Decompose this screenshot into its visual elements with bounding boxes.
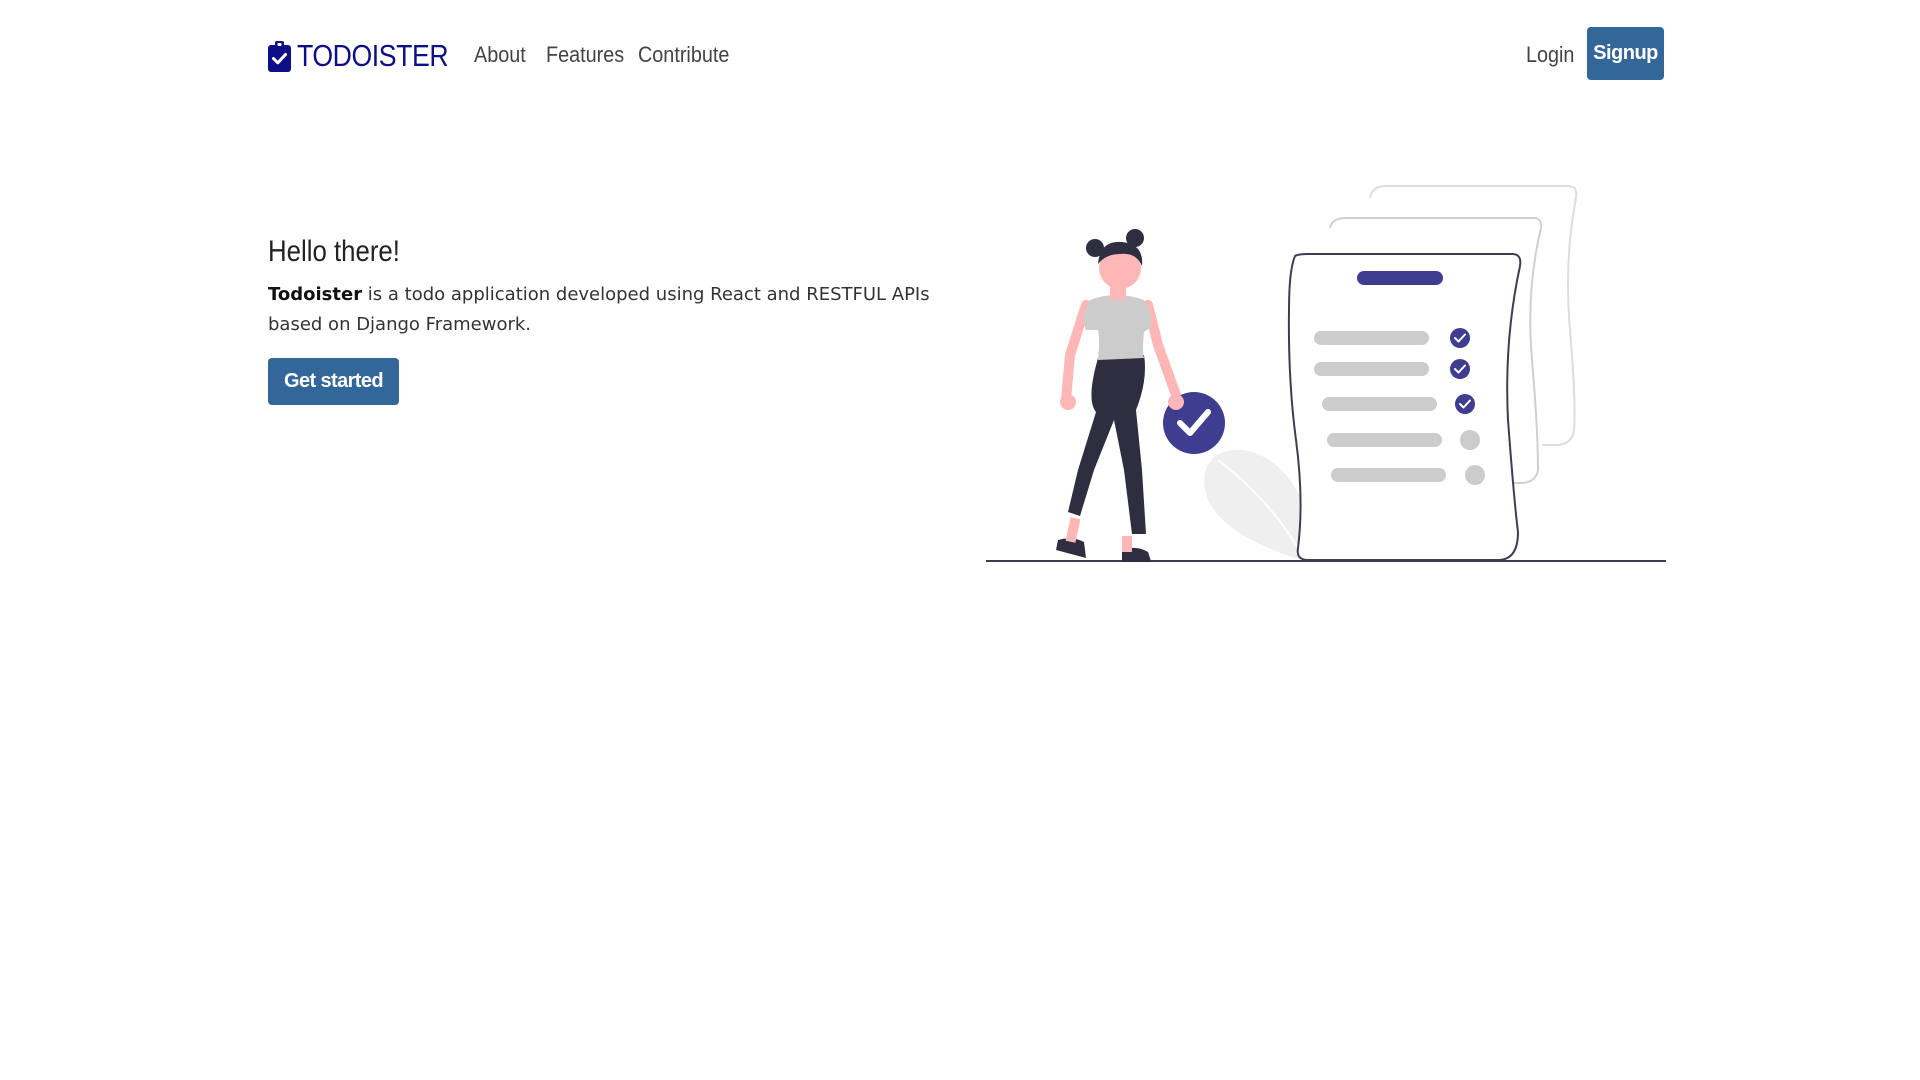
signup-button[interactable]: Signup — [1587, 27, 1664, 80]
nav-link-features[interactable]: Features — [546, 40, 624, 70]
get-started-button[interactable]: Get started — [268, 358, 399, 405]
hero-section: Hello there! Todoister is a todo applica… — [268, 233, 948, 340]
clipboard-check-icon — [268, 41, 291, 72]
brand-name: TODOISTER — [297, 38, 449, 73]
login-link[interactable]: Login — [1526, 40, 1574, 70]
empty-check-icon-2 — [1465, 465, 1485, 485]
hero-title: Hello there! — [268, 235, 400, 268]
hero-description: Todoister is a todo application develope… — [268, 280, 948, 340]
checkmark-icon-3 — [1455, 394, 1475, 414]
checkmark-icon-2 — [1450, 359, 1470, 379]
hero-description-text: is a todo application developed using Re… — [268, 284, 930, 335]
empty-check-icon-1 — [1460, 430, 1480, 450]
app-name: Todoister — [268, 284, 363, 305]
brand-link[interactable]: TODOISTER — [268, 40, 473, 72]
navbar: TODOISTER About Features Contribute Logi… — [268, 27, 1664, 80]
nav-link-about[interactable]: About — [474, 40, 526, 70]
woman-with-checklist-illustration — [986, 185, 1666, 562]
woman-figure — [1056, 229, 1181, 562]
nav-link-contribute[interactable]: Contribute — [638, 40, 729, 70]
checklist-title-bar — [1357, 271, 1443, 285]
leaf-decoration — [1204, 449, 1306, 560]
checkmark-icon-1 — [1450, 328, 1470, 348]
